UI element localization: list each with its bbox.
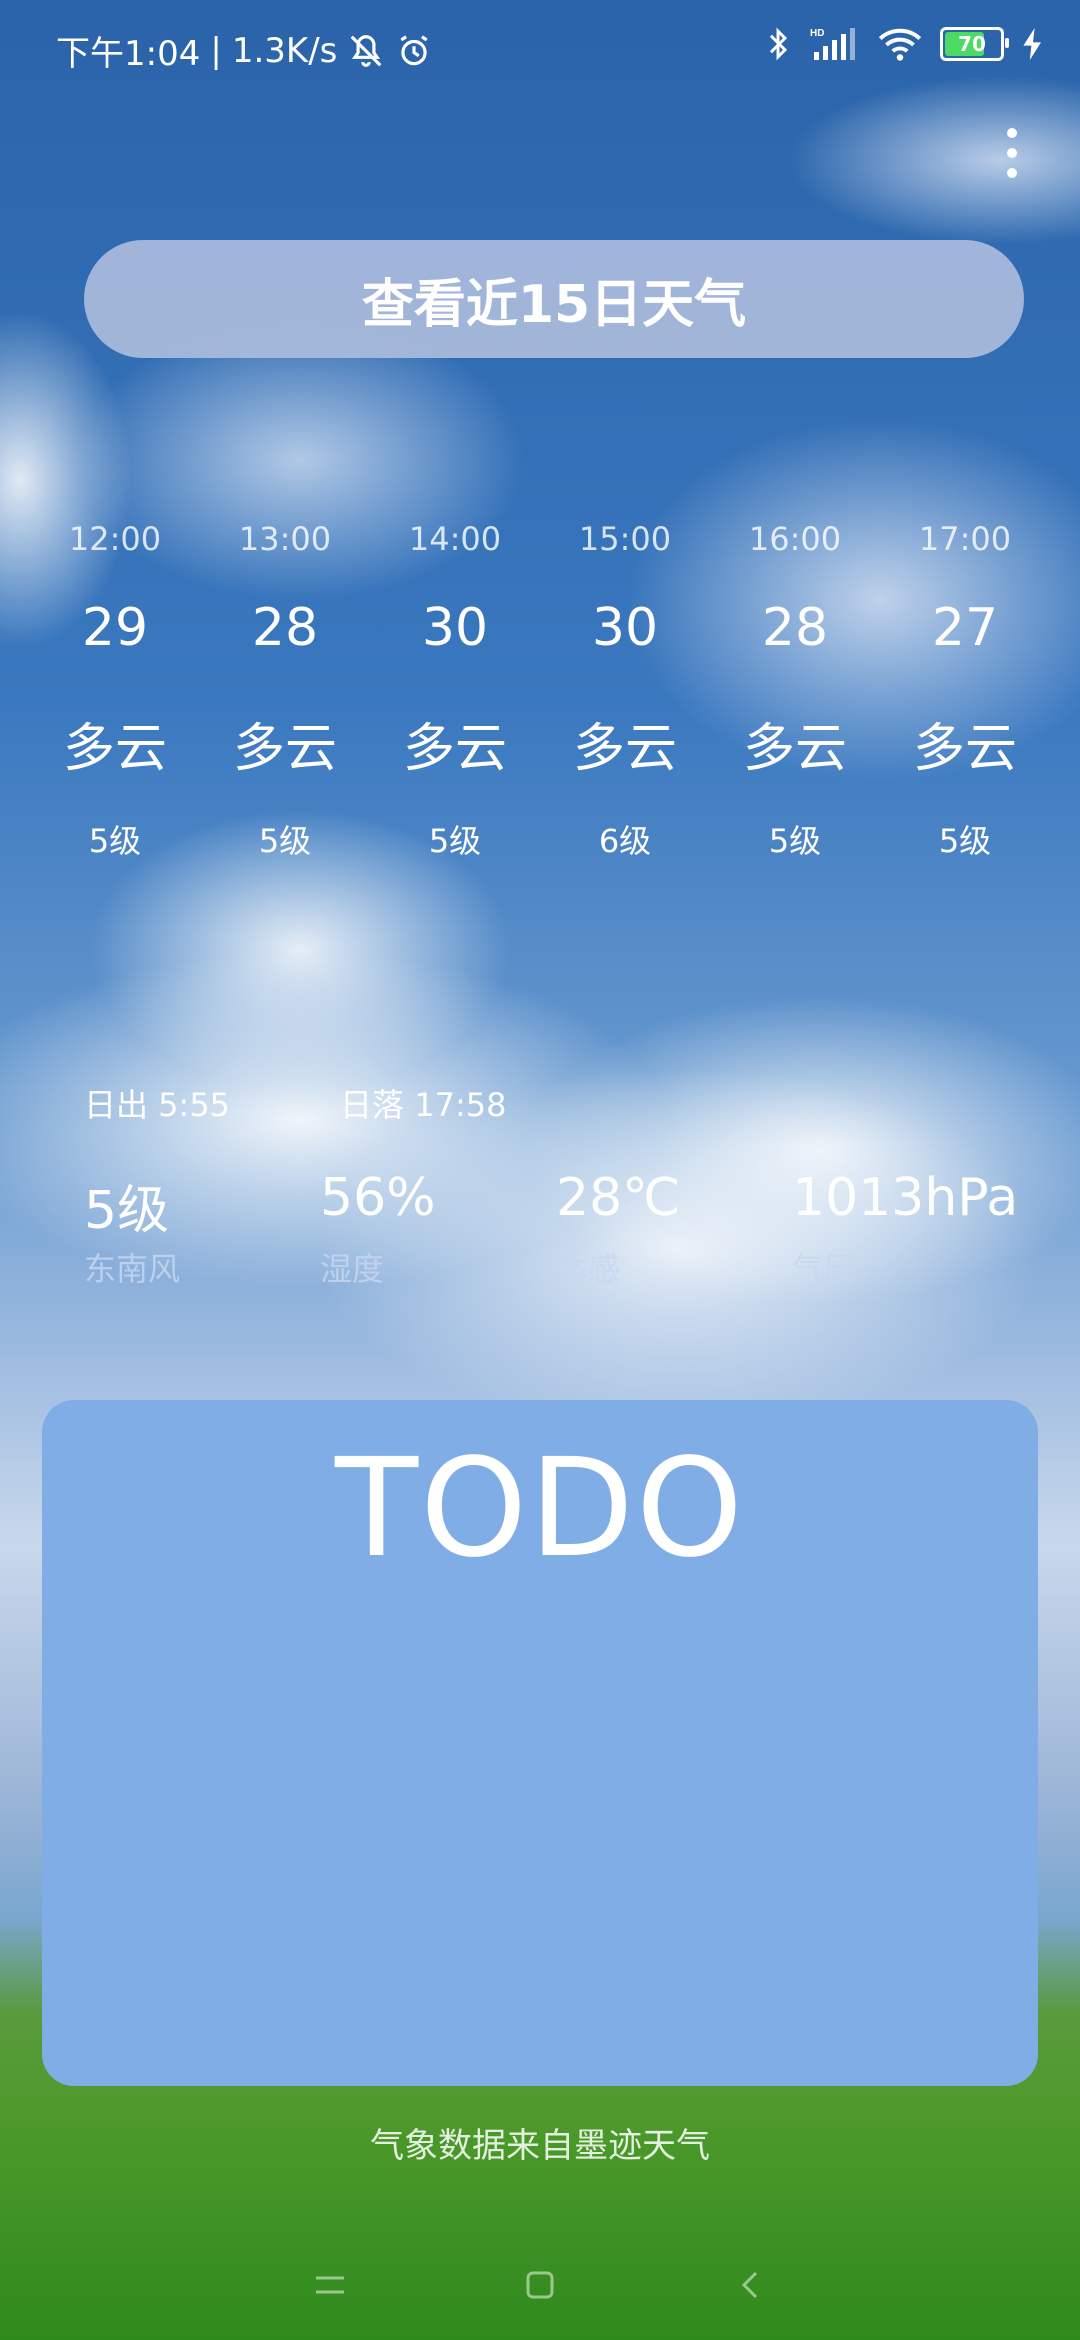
hour-wind: 5级	[938, 822, 992, 860]
hour-column: 14:00 30 多云 5级	[370, 520, 540, 862]
back-icon	[741, 2271, 758, 2299]
hour-condition: 多云	[232, 719, 337, 779]
more-menu-icon[interactable]	[1002, 128, 1022, 178]
hour-temp: 29	[81, 598, 149, 658]
battery-icon: 70	[940, 27, 1009, 61]
stat-pressure: 1013hPa 气压	[792, 1168, 1028, 1290]
hour-wind: 5级	[258, 822, 312, 860]
weather-stats: 5级 东南风 56% 湿度 28℃ 体感 1013hPa 气压	[84, 1168, 1044, 1290]
sunrise-time: 日出 5:55	[84, 1086, 231, 1124]
status-right: HD 70	[764, 26, 1044, 62]
hour-condition: 多云	[742, 719, 847, 779]
hour-wind: 5级	[88, 822, 142, 860]
hour-time: 15:00	[578, 520, 672, 558]
todo-title: TODO	[335, 1430, 745, 1588]
stat-value: 56%	[320, 1168, 436, 1228]
alarm-icon	[400, 34, 428, 65]
stat-label: 气压	[792, 1250, 857, 1288]
battery-level: 70	[958, 32, 986, 56]
hour-wind: 5级	[768, 822, 822, 860]
menu-dot	[1007, 128, 1017, 138]
data-source-credit: 气象数据来自墨迹天气	[370, 2126, 710, 2166]
hour-wind: 5级	[428, 822, 482, 860]
hour-column: 15:00 30 多云 6级	[540, 520, 710, 862]
stat-label: 东南风	[84, 1250, 181, 1288]
stat-value: 1013hPa	[792, 1168, 1019, 1228]
hour-condition: 多云	[572, 719, 677, 779]
menu-icon	[316, 2276, 344, 2294]
hour-condition: 多云	[912, 719, 1017, 779]
sunset-time: 日落 17:58	[340, 1086, 507, 1124]
stat-wind: 5级 东南风	[84, 1168, 320, 1290]
stat-value: 28℃	[556, 1168, 681, 1228]
svg-text:HD: HD	[810, 28, 824, 39]
todo-card[interactable]: TODO	[42, 1400, 1038, 2086]
hour-temp: 27	[931, 598, 999, 658]
stat-label: 湿度	[320, 1250, 385, 1288]
hour-condition: 多云	[62, 719, 167, 779]
status-divider: |	[210, 30, 222, 71]
back-nav-button[interactable]	[720, 2255, 780, 2315]
home-icon	[526, 2271, 554, 2299]
hour-time: 16:00	[748, 520, 842, 558]
hour-condition: 多云	[402, 719, 507, 779]
bluetooth-icon	[769, 27, 788, 61]
stat-humidity: 56% 湿度	[320, 1168, 556, 1290]
hour-time: 17:00	[918, 520, 1012, 558]
hour-temp: 30	[591, 598, 659, 658]
hour-column: 16:00 28 多云 5级	[710, 520, 880, 862]
stat-label: 体感	[556, 1250, 621, 1288]
wifi-icon	[878, 28, 922, 61]
home-nav-button[interactable]	[510, 2255, 570, 2315]
hour-temp: 30	[421, 598, 489, 658]
status-time: 下午1:04	[56, 34, 201, 74]
menu-dot	[1007, 168, 1017, 178]
hour-time: 12:00	[68, 520, 162, 558]
sun-times: 日出 5:55 日落 17:58	[84, 1080, 616, 1126]
status-left: 下午1:04 | 1.3K/s	[56, 26, 433, 75]
hour-wind: 6级	[598, 822, 652, 860]
navigation-bar	[0, 2230, 1080, 2340]
mute-icon	[351, 34, 382, 67]
hour-time: 14:00	[408, 520, 502, 558]
stat-feels-like: 28℃ 体感	[556, 1168, 792, 1290]
hour-time: 13:00	[238, 520, 332, 558]
menu-nav-button[interactable]	[300, 2255, 360, 2315]
hour-column: 13:00 28 多云 5级	[200, 520, 370, 862]
hour-temp: 28	[251, 598, 319, 658]
status-speed: 1.3K/s	[231, 30, 338, 71]
hourly-forecast: 12:00 29 多云 5级 13:00 28 多云 5级 14:00 30 多…	[30, 520, 1050, 862]
hour-column: 12:00 29 多云 5级	[30, 520, 200, 862]
forecast-15-day-button[interactable]: 查看近15日天气	[84, 240, 1024, 358]
hour-temp: 28	[761, 598, 829, 658]
stat-value: 5级	[84, 1181, 170, 1241]
status-bar: 下午1:04 | 1.3K/s HD 70	[0, 0, 1080, 96]
signal-icon: HD	[810, 28, 855, 60]
menu-dot	[1007, 148, 1017, 158]
charging-icon	[1023, 28, 1041, 60]
hour-column: 17:00 27 多云 5级	[880, 520, 1050, 862]
